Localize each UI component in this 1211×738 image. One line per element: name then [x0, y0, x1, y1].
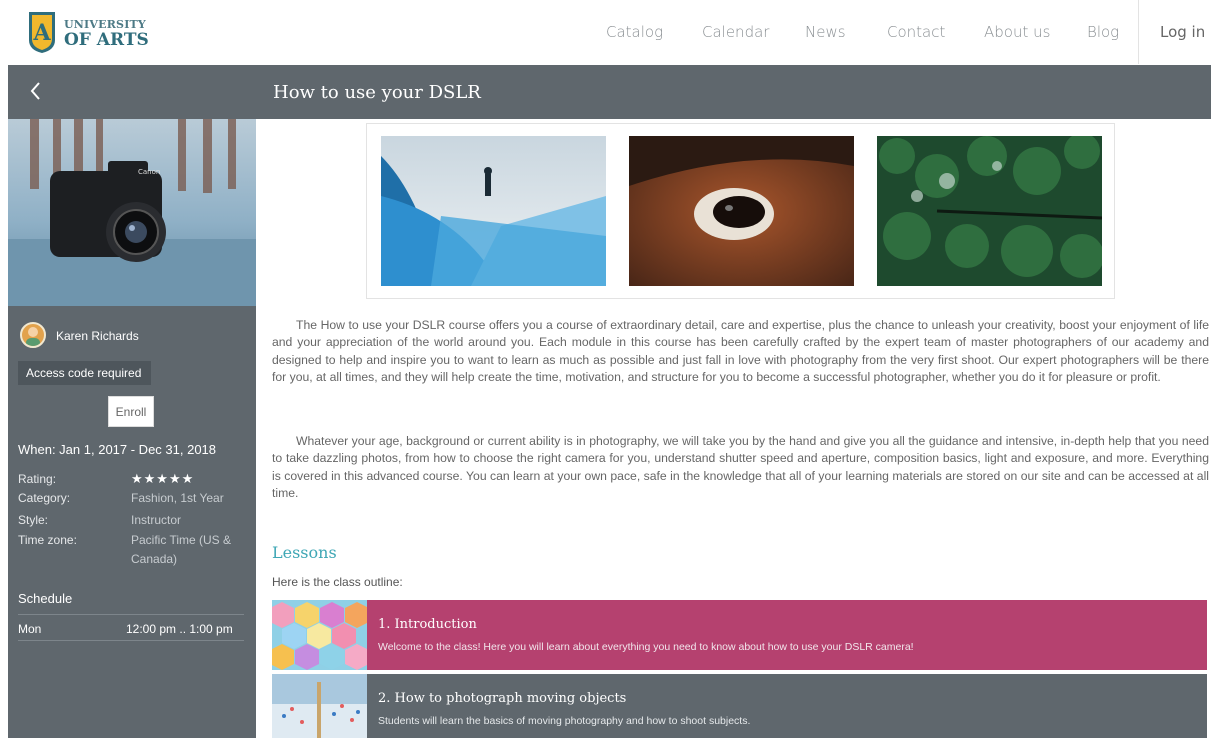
- timezone-label: Time zone:: [18, 533, 77, 547]
- lesson-title: 2. How to photograph moving objects: [378, 691, 627, 706]
- lesson-description: Welcome to the class! Here you will lear…: [378, 641, 914, 653]
- schedule-title: Schedule: [18, 591, 73, 606]
- gallery-image-forest[interactable]: [877, 136, 1102, 286]
- enroll-button[interactable]: Enroll: [108, 396, 154, 427]
- nav-news[interactable]: News: [805, 0, 846, 64]
- lesson-item[interactable]: 2. How to photograph moving objects Stud…: [272, 674, 1207, 738]
- gallery-image-ice[interactable]: [381, 136, 606, 286]
- nav-about-us[interactable]: About us: [984, 0, 1050, 64]
- lesson-description: Students will learn the basics of moving…: [378, 715, 751, 727]
- lesson-item[interactable]: 1. Introduction Welcome to the class! He…: [272, 600, 1207, 670]
- style-value: Instructor: [131, 513, 182, 527]
- category-label: Category:: [18, 491, 71, 505]
- login-link[interactable]: Log in: [1160, 0, 1205, 64]
- course-cover-image: Canon: [8, 119, 256, 306]
- lesson-thumbnail-carousel: [272, 674, 367, 738]
- course-sidebar: Canon Karen Richards Access code require…: [8, 119, 256, 738]
- svg-text:A: A: [32, 20, 51, 46]
- author-name[interactable]: Karen Richards: [56, 329, 139, 343]
- nav-catalog[interactable]: Catalog: [606, 0, 663, 64]
- back-chevron-icon[interactable]: [28, 80, 42, 102]
- rating-label: Rating:: [18, 472, 57, 486]
- nav-contact[interactable]: Contact: [887, 0, 945, 64]
- university-logo[interactable]: A UNIVERSITY OF ARTS: [27, 10, 157, 56]
- lesson-thumbnail-hexagons: [272, 600, 367, 670]
- shield-logo-icon: A: [29, 12, 55, 53]
- outline-text: Here is the class outline:: [272, 575, 403, 589]
- rating-stars: ★★★★★: [131, 471, 195, 486]
- course-description-paragraph: The How to use your DSLR course offers y…: [272, 318, 1209, 385]
- schedule-time: 12:00 pm .. 1:00 pm: [126, 622, 233, 636]
- access-code-badge: Access code required: [18, 361, 151, 385]
- course-description-paragraph: Whatever your age, background or current…: [272, 434, 1209, 501]
- author-avatar[interactable]: [20, 322, 46, 348]
- nav-blog[interactable]: Blog: [1087, 0, 1119, 64]
- image-gallery: [366, 123, 1115, 299]
- style-label: Style:: [18, 513, 49, 527]
- page-title: How to use your DSLR: [273, 82, 481, 103]
- brand-line2: OF ARTS: [64, 30, 149, 50]
- course-header: How to use your DSLR: [8, 65, 1211, 119]
- course-dates: When: Jan 1, 2017 - Dec 31, 2018: [18, 442, 217, 457]
- divider: [18, 640, 244, 641]
- svg-text:Canon: Canon: [138, 168, 160, 176]
- category-value: Fashion, 1st Year: [131, 491, 224, 505]
- schedule-day: Mon: [18, 622, 42, 636]
- timezone-value: Pacific Time (US & Canada): [131, 533, 232, 566]
- lesson-title: 1. Introduction: [378, 617, 477, 632]
- divider: [1138, 0, 1139, 64]
- lessons-heading: Lessons: [272, 543, 337, 562]
- nav-calendar[interactable]: Calendar: [702, 0, 769, 64]
- person-icon: [26, 327, 40, 346]
- divider: [18, 614, 244, 615]
- top-navigation: A UNIVERSITY OF ARTS Catalog Calendar Ne…: [0, 0, 1211, 64]
- gallery-image-horse-eye[interactable]: [629, 136, 854, 286]
